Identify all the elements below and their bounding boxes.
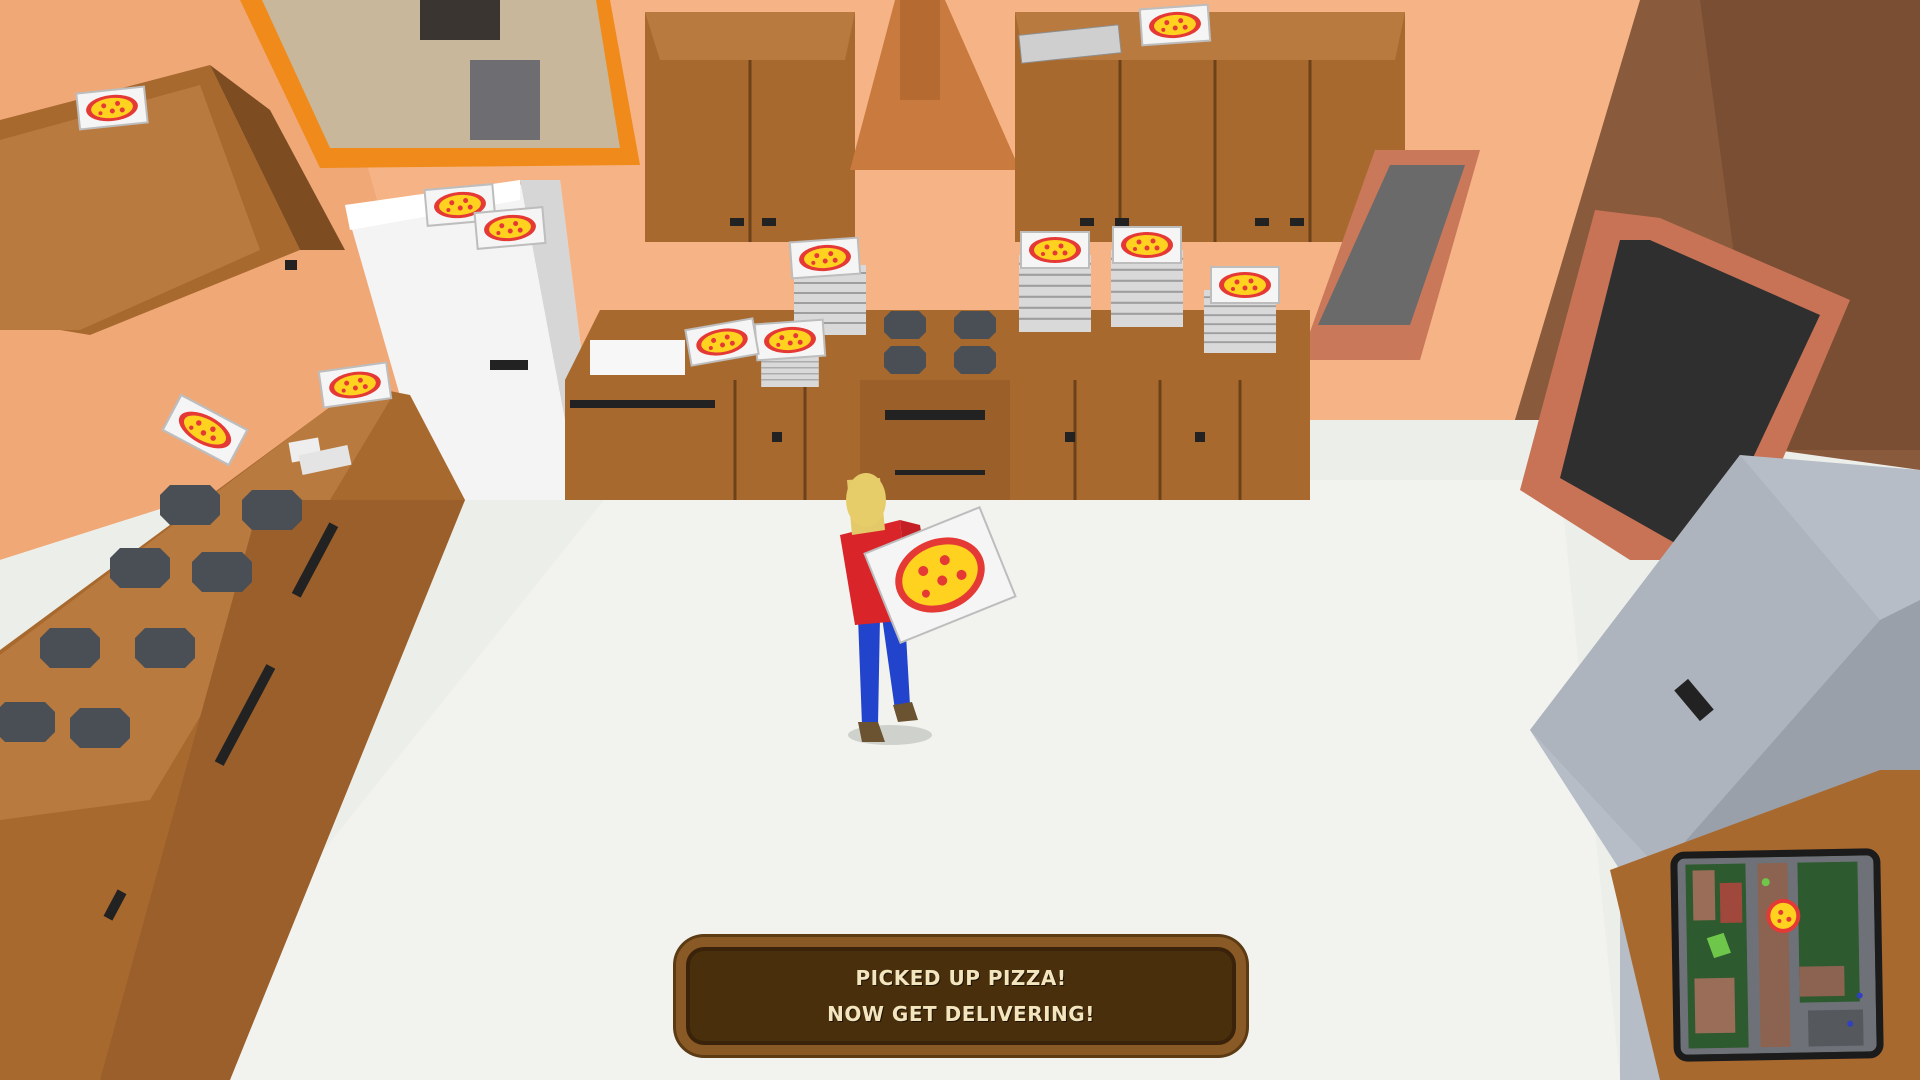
notification-panel: PiCKED UP PiZZA! NOW GET DELiVERiNG! xyxy=(676,937,1246,1055)
game-scene xyxy=(0,0,1920,1080)
back-counter xyxy=(565,310,1310,500)
notification-line-2: NOW GET DELiVERiNG! xyxy=(827,1002,1095,1026)
notification-line-1: PiCKED UP PiZZA! xyxy=(855,966,1067,990)
minimap xyxy=(1670,848,1884,1062)
